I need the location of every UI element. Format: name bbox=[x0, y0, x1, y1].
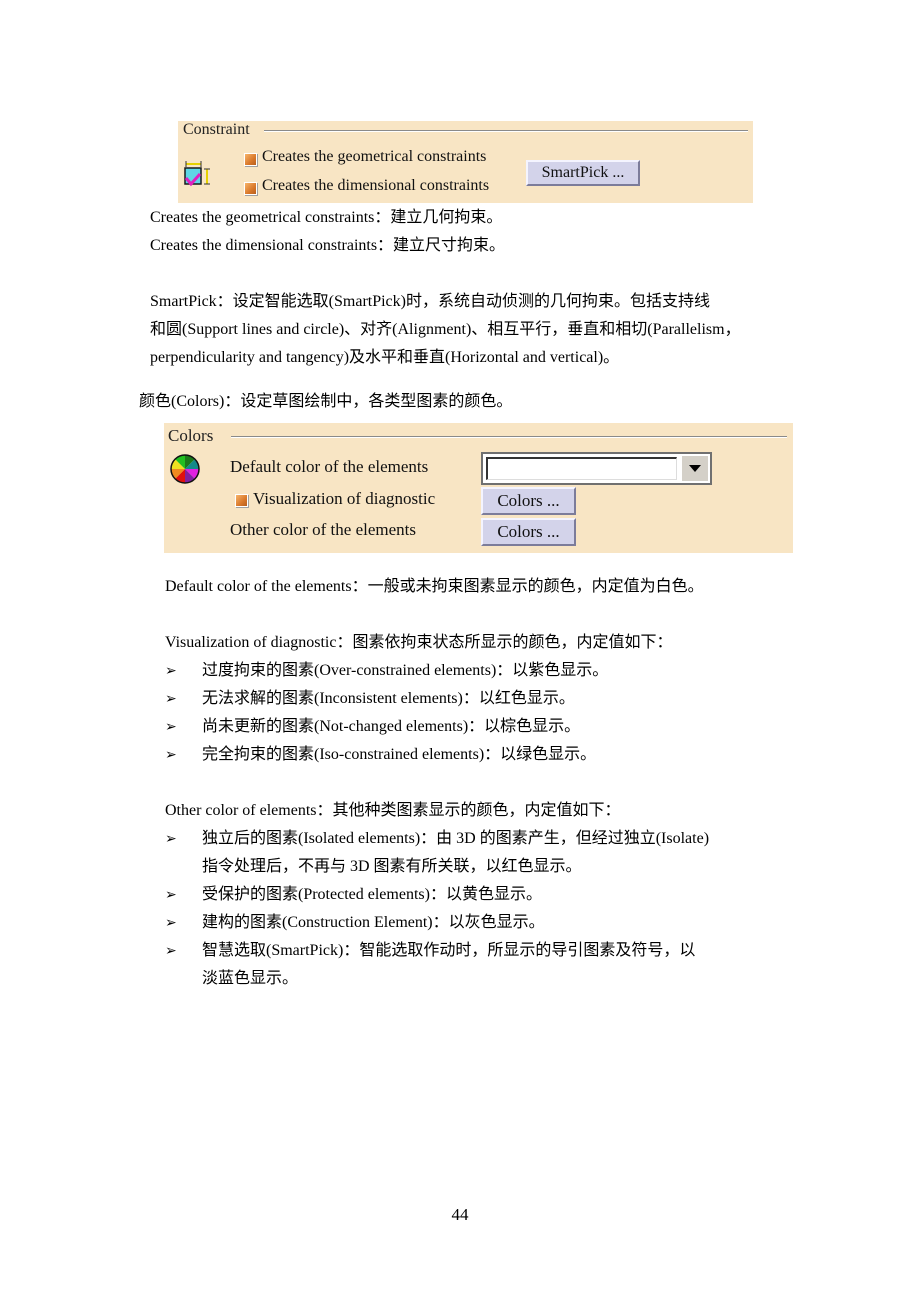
bullet-icon: ➢ bbox=[165, 663, 177, 679]
default-color-label: Default color of the elements bbox=[230, 457, 429, 476]
constraint-icon bbox=[184, 161, 212, 189]
default-color-desc: Default color of the elements：一般或未拘束图素显示… bbox=[165, 578, 704, 595]
bullet-icon: ➢ bbox=[165, 747, 177, 763]
other-item-continuation: 淡蓝色显示。 bbox=[202, 970, 299, 987]
other-item: 建构的图素(Construction Element)：以灰色显示。 bbox=[202, 914, 545, 931]
bullet-icon: ➢ bbox=[165, 691, 177, 707]
constraint-panel-title: Constraint bbox=[183, 121, 250, 138]
colors-panel-title: Colors bbox=[168, 426, 214, 445]
dimensional-constraints-label: Creates the dimensional constraints bbox=[262, 177, 490, 194]
default-color-dropdown[interactable] bbox=[481, 452, 712, 485]
constraint-panel: Constraint Creates the geometrical const… bbox=[178, 121, 753, 203]
diagnostic-colors-button[interactable]: Colors ... bbox=[481, 487, 576, 515]
other-item: 受保护的图素(Protected elements)：以黄色显示。 bbox=[202, 886, 542, 903]
diagnostic-checkbox[interactable] bbox=[235, 494, 248, 507]
geometrical-desc: Creates the geometrical constraints：建立几何… bbox=[150, 209, 503, 226]
dimensional-constraints-checkbox[interactable] bbox=[244, 182, 257, 195]
page-number: 44 bbox=[451, 1205, 469, 1224]
smartpick-desc-line-3: perpendicularity and tangency)及水平和垂直(Hor… bbox=[150, 349, 620, 366]
other-intro: Other color of elements：其他种类图素显示的颜色，内定值如… bbox=[165, 802, 621, 819]
smartpick-desc-line-1: SmartPick：设定智能选取(SmartPick)时，系统自动侦测的几何拘束… bbox=[150, 293, 710, 310]
diagnostic-label: Visualization of diagnostic bbox=[253, 489, 436, 508]
divider bbox=[264, 130, 748, 132]
diagnostic-item: 过度拘束的图素(Over-constrained elements)：以紫色显示… bbox=[202, 662, 609, 679]
diagnostic-item: 无法求解的图素(Inconsistent elements)：以红色显示。 bbox=[202, 690, 575, 707]
bullet-icon: ➢ bbox=[165, 915, 177, 931]
bullet-icon: ➢ bbox=[165, 887, 177, 903]
diagnostic-item: 完全拘束的图素(Iso-constrained elements)：以绿色显示。 bbox=[202, 746, 597, 763]
geometrical-constraints-checkbox[interactable] bbox=[244, 153, 257, 166]
colors-heading: 颜色(Colors)：设定草图绘制中，各类型图素的颜色。 bbox=[139, 393, 513, 410]
other-item: 独立后的图素(Isolated elements)：由 3D 的图素产生，但经过… bbox=[202, 830, 710, 847]
chevron-down-icon bbox=[689, 465, 701, 472]
other-item-continuation: 指令处理后，不再与 3D 图素有所关联，以红色显示。 bbox=[202, 858, 582, 875]
bullet-icon: ➢ bbox=[165, 719, 177, 735]
dropdown-arrow-button[interactable] bbox=[681, 456, 708, 481]
colors-panel: Colors Default color of the elements Vis… bbox=[164, 423, 793, 553]
dimensional-desc: Creates the dimensional constraints：建立尺寸… bbox=[150, 237, 506, 254]
bullet-icon: ➢ bbox=[165, 831, 177, 847]
diagnostic-intro: Visualization of diagnostic：图素依拘束状态所显示的颜… bbox=[165, 634, 673, 651]
diagnostic-item: 尚未更新的图素(Not-changed elements)：以棕色显示。 bbox=[202, 718, 581, 735]
other-color-label: Other color of the elements bbox=[230, 520, 416, 539]
geometrical-constraints-label: Creates the geometrical constraints bbox=[262, 148, 487, 165]
divider bbox=[231, 436, 787, 438]
smartpick-desc-line-2: 和圆(Support lines and circle)、对齐(Alignmen… bbox=[150, 321, 741, 338]
other-colors-button[interactable]: Colors ... bbox=[481, 518, 576, 546]
default-color-field[interactable] bbox=[486, 457, 677, 480]
other-item: 智慧选取(SmartPick)：智能选取作动时，所显示的导引图素及符号，以 bbox=[202, 942, 696, 959]
bullet-icon: ➢ bbox=[165, 943, 177, 959]
color-wheel-icon bbox=[169, 453, 201, 485]
smartpick-button[interactable]: SmartPick ... bbox=[526, 160, 640, 186]
